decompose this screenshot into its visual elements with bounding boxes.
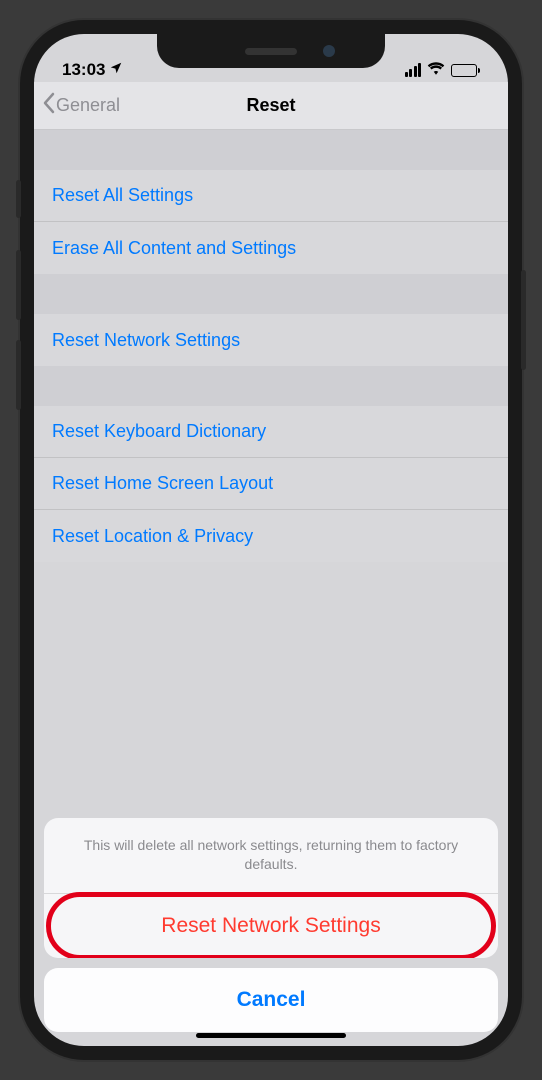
notch xyxy=(157,34,385,68)
volume-up-button xyxy=(16,250,21,320)
reset-network-settings-confirm-button[interactable]: Reset Network Settings xyxy=(44,894,498,958)
volume-down-button xyxy=(16,340,21,410)
earpiece-speaker xyxy=(245,48,297,55)
action-sheet-message: This will delete all network settings, r… xyxy=(44,818,498,894)
cancel-button[interactable]: Cancel xyxy=(44,968,498,1032)
mute-switch xyxy=(16,180,21,218)
screen: 13:03 Genera xyxy=(34,34,508,1046)
action-sheet: This will delete all network settings, r… xyxy=(34,34,508,1046)
action-sheet-group: This will delete all network settings, r… xyxy=(44,818,498,958)
home-indicator[interactable] xyxy=(196,1033,346,1038)
button-label: Cancel xyxy=(237,988,306,1012)
button-label: Reset Network Settings xyxy=(161,914,380,938)
phone-frame: 13:03 Genera xyxy=(20,20,522,1060)
power-button xyxy=(521,270,526,370)
front-camera xyxy=(323,45,335,57)
